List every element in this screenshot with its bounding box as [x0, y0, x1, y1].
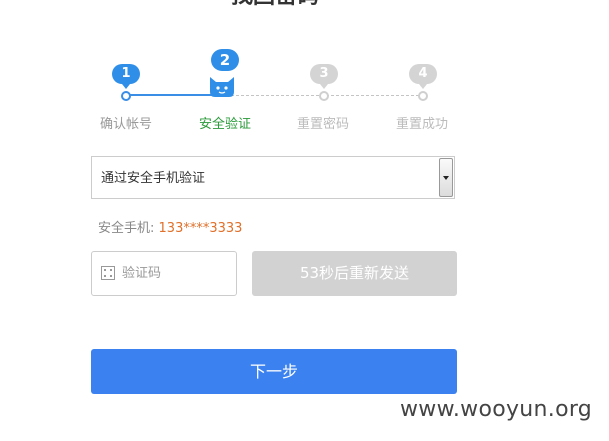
verification-code-field[interactable]: [91, 251, 237, 296]
next-step-button[interactable]: 下一步: [91, 349, 457, 394]
step-1-label: 确认帐号: [99, 117, 152, 132]
step-2-label: 安全验证: [198, 117, 251, 132]
security-phone: 安全手机: 133****3333: [98, 220, 242, 238]
verify-method-value: 通过安全手机验证: [101, 171, 206, 186]
verify-method-select[interactable]: 通过安全手机验证: [91, 156, 455, 199]
chevron-down-icon[interactable]: [439, 158, 453, 197]
security-phone-label: 安全手机:: [98, 221, 155, 236]
step-3-bubble: 3: [310, 64, 338, 89]
resend-code-button[interactable]: 53秒后重新发送: [252, 251, 457, 296]
grid-code-icon: [101, 266, 115, 280]
step-2-bubble: 2: [211, 49, 239, 71]
step-3-label: 重置密码: [296, 117, 349, 132]
page-title: 找回密码: [0, 0, 550, 8]
step-3-dot: [319, 91, 329, 101]
security-phone-value: 133****3333: [158, 221, 243, 236]
cat-mascot-icon: [210, 77, 234, 97]
step-1-dot: [121, 91, 131, 101]
verification-code-input[interactable]: [122, 260, 227, 286]
step-4-dot: [418, 91, 428, 101]
step-4-label: 重置成功: [395, 117, 448, 132]
step-4-bubble: 4: [409, 64, 437, 89]
watermark: www.wooyun.org: [400, 397, 593, 422]
step-1-bubble: 1: [112, 64, 140, 89]
